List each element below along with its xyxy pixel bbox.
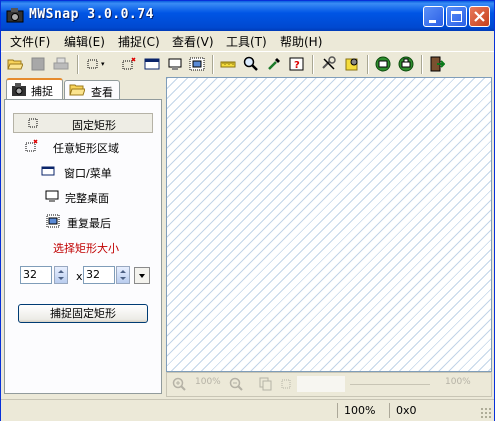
ruler-icon[interactable] — [220, 56, 236, 72]
window-capture-icon[interactable] — [144, 56, 160, 72]
print-preview-icon[interactable] — [398, 56, 414, 72]
menu-file[interactable]: 文件(F) — [10, 33, 50, 50]
tab-capture-label: 捕捉 — [31, 85, 53, 98]
height-input[interactable]: 32 — [83, 266, 115, 284]
zoom-combo[interactable] — [297, 376, 345, 392]
camera-icon — [12, 83, 26, 96]
menu-tools[interactable]: 工具(T) — [226, 33, 267, 50]
dropdown-arrow-icon[interactable]: ▾ — [101, 60, 105, 68]
capture-panel: 固定矩形 任意矩形区域 窗口/菜单 完整桌面 重复最后 选择矩形大小 32 x … — [4, 99, 162, 394]
maximize-button[interactable] — [446, 6, 467, 27]
width-input[interactable]: 32 — [20, 266, 52, 284]
tab-view[interactable]: 查看 — [64, 80, 120, 100]
fixed-rect-icon — [28, 118, 38, 128]
hotkeys-icon[interactable] — [344, 56, 360, 72]
menu-view[interactable]: 查看(V) — [172, 33, 214, 50]
resize-grip[interactable] — [480, 407, 492, 419]
size-preset-dropdown[interactable] — [134, 267, 150, 284]
zoom-slider-track[interactable] — [350, 384, 430, 385]
repeat-last-icon — [46, 214, 60, 228]
image-canvas[interactable] — [166, 77, 492, 372]
zoom-in-level: 100% — [195, 377, 221, 387]
desktop-capture-icon — [45, 190, 59, 202]
capture-fixed-rect-button[interactable]: 捕捉固定矩形 — [18, 304, 148, 323]
select-size-label: 选择矩形大小 — [53, 242, 119, 255]
exit-icon[interactable] — [429, 56, 445, 72]
mode-fixed-rect[interactable]: 固定矩形 — [13, 113, 153, 133]
spin-arrows-icon — [58, 270, 64, 280]
copy-icon[interactable] — [259, 377, 273, 391]
any-rect-icon — [25, 139, 38, 152]
magnifier-icon[interactable] — [243, 56, 259, 72]
menu-bar: 文件(F) 编辑(E) 捕捉(C) 查看(V) 工具(T) 帮助(H) — [1, 31, 494, 50]
print-icon[interactable] — [53, 56, 69, 72]
desktop-capture-icon[interactable] — [167, 56, 183, 72]
window-capture-icon — [41, 166, 55, 176]
maximize-icon — [451, 11, 462, 22]
menu-edit[interactable]: 编辑(E) — [64, 33, 105, 50]
zoom-toolbar: 100% 100% — [166, 372, 492, 397]
mode-full-desktop[interactable]: 完整桌面 — [13, 187, 153, 207]
mode-any-rect[interactable]: 任意矩形区域 — [13, 137, 153, 157]
open-folder-icon — [69, 84, 85, 96]
crop-icon[interactable] — [280, 377, 294, 391]
tab-view-label: 查看 — [91, 86, 113, 99]
toolbar-separator — [212, 55, 214, 74]
close-button[interactable] — [469, 6, 490, 27]
menu-capture[interactable]: 捕捉(C) — [118, 33, 160, 50]
settings-icon[interactable] — [321, 56, 337, 72]
width-spinner[interactable] — [54, 266, 68, 284]
color-picker-icon[interactable] — [266, 56, 282, 72]
help-icon[interactable]: ? — [289, 56, 305, 72]
minimize-icon — [429, 20, 436, 23]
svg-text:?: ? — [294, 60, 300, 71]
title-bar[interactable]: MWSnap 3.0.0.74 — [1, 1, 494, 31]
menu-help[interactable]: 帮助(H) — [280, 33, 322, 50]
minimize-button[interactable] — [423, 6, 444, 27]
toolbar-separator — [77, 55, 79, 74]
toolbar: ▾ ? — [1, 51, 494, 78]
mode-label: 重复最后 — [67, 217, 111, 230]
toolbar-separator — [421, 55, 423, 74]
fixed-rect-icon[interactable] — [85, 56, 101, 72]
zoom-in-icon[interactable] — [172, 377, 187, 392]
close-icon — [474, 11, 485, 22]
camera-icon — [6, 8, 24, 23]
toolbar-separator — [312, 55, 314, 74]
repeat-last-icon[interactable] — [189, 56, 205, 72]
zoom-right-level: 100% — [445, 377, 471, 387]
zoom-out-icon[interactable] — [229, 377, 244, 392]
toolbar-separator — [367, 55, 369, 74]
status-zoom: 100% — [337, 403, 384, 418]
save-icon[interactable] — [30, 56, 46, 72]
height-spinner[interactable] — [116, 266, 130, 284]
mode-repeat-last[interactable]: 重复最后 — [13, 212, 153, 232]
open-folder-icon[interactable] — [7, 56, 23, 72]
chevron-down-icon — [139, 274, 145, 278]
mode-window-menu[interactable]: 窗口/菜单 — [13, 162, 153, 182]
any-rect-icon[interactable] — [121, 56, 137, 72]
spin-arrows-icon — [120, 270, 126, 280]
status-color: 0x0 — [389, 403, 426, 418]
minimize-to-tray-icon[interactable] — [375, 56, 391, 72]
mode-label: 完整桌面 — [65, 192, 109, 205]
size-times: x — [76, 270, 83, 283]
mode-label: 任意矩形区域 — [53, 142, 119, 155]
window-title: MWSnap 3.0.0.74 — [29, 7, 154, 22]
status-bar: 100% 0x0 — [1, 399, 494, 421]
app-window: MWSnap 3.0.0.74 文件(F) 编辑(E) 捕捉(C) 查看(V) … — [0, 0, 495, 421]
mode-label: 窗口/菜单 — [64, 167, 112, 180]
mode-label: 固定矩形 — [72, 119, 116, 132]
